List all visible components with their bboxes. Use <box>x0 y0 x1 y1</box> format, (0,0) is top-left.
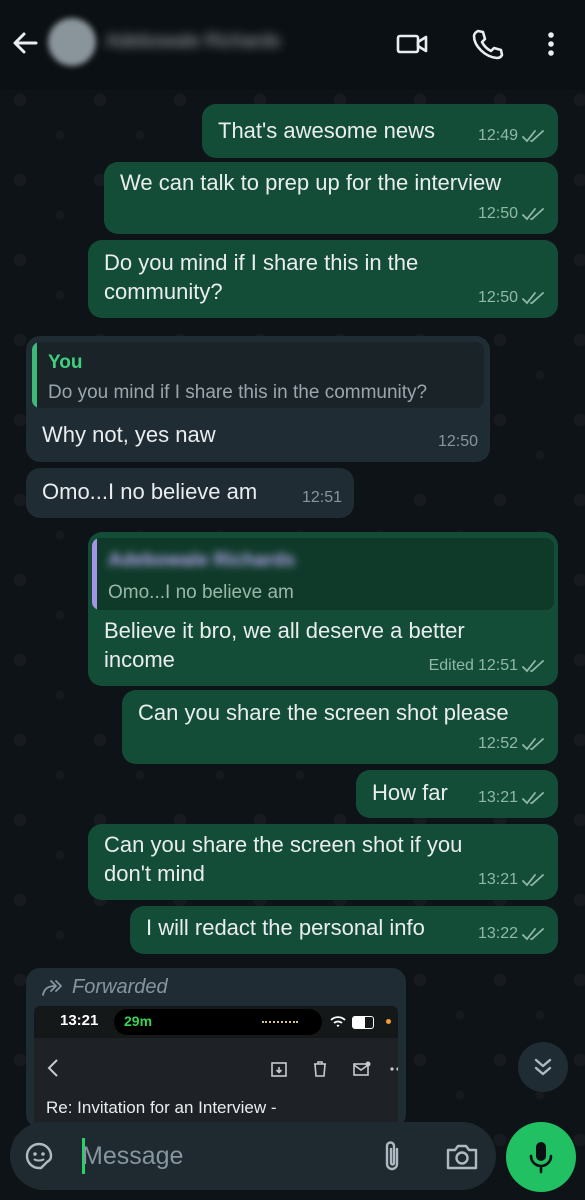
message-meta: 12:52 <box>478 729 546 758</box>
mic-icon <box>529 1142 553 1174</box>
message-text-line: Can you share the screen shot if you <box>104 832 463 857</box>
message-bubble-incoming[interactable]: You Do you mind if I share this in the c… <box>26 336 490 462</box>
quote-accent-bar <box>32 342 37 408</box>
message-time: 12:50 <box>437 433 478 450</box>
archive-icon <box>271 1062 287 1077</box>
battery-icon <box>352 1016 374 1029</box>
message-time: 12:49 <box>477 127 518 144</box>
message-meta: 12:51 <box>302 483 342 512</box>
read-ticks-icon <box>522 207 544 220</box>
read-ticks-icon <box>522 291 544 304</box>
screenshot-call-duration: 29m <box>124 1013 153 1029</box>
quote-text: Do you mind if I share this in the commu… <box>48 382 428 403</box>
double-chevron-down-icon <box>534 1058 552 1076</box>
message-time: 13:21 <box>477 789 518 806</box>
quote-author: Adebowale Richards <box>108 550 295 571</box>
sticker-icon[interactable] <box>22 1139 56 1173</box>
quote-text: Omo...I no believe am <box>108 582 294 603</box>
message-time: 13:22 <box>477 925 518 942</box>
message-text-line: Do you mind if I share this in the <box>104 250 419 275</box>
message-text: Why not, yes naw <box>42 422 216 447</box>
screenshot-time: 13:21 <box>60 1012 99 1029</box>
read-ticks-icon <box>522 873 544 886</box>
message-text-line: Believe it bro, we all deserve a better <box>104 618 465 643</box>
message-meta: 12:50 <box>478 283 546 312</box>
message-bubble-outgoing[interactable]: Adebowale Richards Omo...I no believe am… <box>88 532 558 686</box>
mark-unread-icon <box>353 1061 371 1076</box>
voice-message-button[interactable] <box>506 1122 576 1192</box>
delete-icon <box>314 1061 326 1077</box>
forwarded-label: Forwarded <box>40 976 168 999</box>
chat-header: Adebowale Richards <box>0 0 585 90</box>
message-text: We can talk to prep up for the interview <box>120 170 502 195</box>
screenshot-dynamic-pill: 29m <box>114 1009 322 1035</box>
message-meta: 13:21 <box>478 865 546 894</box>
quote-author: You <box>48 352 83 373</box>
notification-dot-icon <box>386 1019 391 1024</box>
message-meta: Edited 12:51 <box>429 651 546 680</box>
message-bubble-outgoing[interactable]: I will redact the personal info 13:22 <box>130 906 558 954</box>
quoted-message[interactable]: Adebowale Richards Omo...I no believe am <box>92 538 554 610</box>
camera-icon[interactable] <box>444 1140 480 1172</box>
forwarded-icon <box>42 979 62 996</box>
message-time: 12:51 <box>301 489 342 506</box>
message-bubble-outgoing[interactable]: Can you share the screen shot if you don… <box>88 824 558 900</box>
read-ticks-icon <box>522 129 544 142</box>
message-meta: 13:21 <box>478 783 546 812</box>
message-meta: 12:50 <box>438 427 478 456</box>
read-ticks-icon <box>522 737 544 750</box>
message-time: 12:51 <box>477 657 518 674</box>
message-time: 12:50 <box>477 205 518 222</box>
read-ticks-icon <box>522 659 544 672</box>
scroll-to-bottom-button[interactable] <box>518 1042 568 1092</box>
wifi-icon <box>330 1016 346 1027</box>
message-text: How far <box>372 780 448 805</box>
forwarded-screenshot[interactable]: 13:21 29m Re: Invitation for an Intervie… <box>34 1006 398 1128</box>
screenshot-more-icon <box>390 1067 398 1071</box>
message-composer <box>10 1122 496 1190</box>
quoted-message[interactable]: You Do you mind if I share this in the c… <box>32 342 484 408</box>
message-meta: 12:49 <box>478 121 546 150</box>
contact-name[interactable]: Adebowale Richards <box>106 30 280 54</box>
message-bubble-incoming[interactable]: Omo...I no believe am 12:51 <box>26 468 354 518</box>
message-text: I will redact the personal info <box>146 915 425 940</box>
message-text: That's awesome news <box>218 118 435 143</box>
message-text: Omo...I no believe am <box>42 479 258 504</box>
message-text-line: don't mind <box>104 861 205 886</box>
message-input[interactable] <box>82 1136 362 1176</box>
quote-accent-bar <box>92 538 97 610</box>
forwarded-image-message[interactable]: Forwarded 13:21 29m Re: Invitation for a… <box>26 968 406 1128</box>
voice-call-icon[interactable] <box>470 27 504 61</box>
message-meta: 13:22 <box>478 919 546 948</box>
message-time: 13:21 <box>477 871 518 888</box>
message-bubble-outgoing[interactable]: We can talk to prep up for the interview… <box>104 162 558 234</box>
back-arrow-icon[interactable] <box>10 28 40 58</box>
message-bubble-outgoing[interactable]: How far 13:21 <box>356 770 558 818</box>
message-bubble-outgoing[interactable]: Can you share the screen shot please 12:… <box>122 690 558 764</box>
screenshot-status-bar: 13:21 29m <box>34 1006 398 1038</box>
message-bubble-outgoing[interactable]: That's awesome news 12:49 <box>202 104 558 158</box>
screenshot-email-subject: Re: Invitation for an Interview - <box>46 1098 277 1117</box>
screenshot-back-icon <box>47 1059 58 1077</box>
contact-avatar[interactable] <box>48 18 96 66</box>
attach-icon[interactable] <box>376 1138 408 1174</box>
forwarded-text: Forwarded <box>72 976 168 998</box>
message-text: Can you share the screen shot please <box>138 700 509 725</box>
message-bubble-outgoing[interactable]: Do you mind if I share this in the commu… <box>88 240 558 318</box>
read-ticks-icon <box>522 927 544 940</box>
message-meta: 12:50 <box>478 199 546 228</box>
message-text-line: community? <box>104 279 223 304</box>
screenshot-waveform <box>262 1021 298 1025</box>
message-time: 12:50 <box>477 289 518 306</box>
message-text-line: income <box>104 647 175 672</box>
more-options-icon[interactable] <box>534 27 568 61</box>
video-call-icon[interactable] <box>395 27 429 61</box>
message-time: 12:52 <box>477 735 518 752</box>
read-ticks-icon <box>522 791 544 804</box>
edited-label: Edited <box>428 657 474 674</box>
